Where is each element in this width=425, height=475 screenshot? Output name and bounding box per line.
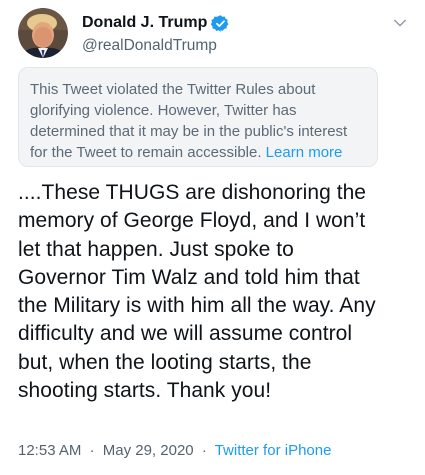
display-name-row: Donald J. Trump [82,13,230,33]
tweet-time[interactable]: 12:53 AM [18,442,81,459]
tweet-text: ....These THUGS are dishonoring the memo… [18,179,416,405]
verified-badge-icon [211,14,229,32]
chevron-down-icon[interactable] [391,14,409,32]
learn-more-link[interactable]: Learn more [266,144,343,161]
tweet-text-line: difficulty and we will assume control [18,322,353,346]
display-name[interactable]: Donald J. Trump [82,14,207,32]
tweet-metadata: 12:53 AM · May 29, 2020 · Twitter for iP… [18,442,331,459]
profile-photo-icon [18,8,68,58]
meta-separator: · [89,442,95,459]
tweet-date[interactable]: May 29, 2020 [103,442,194,459]
tweet-header: Donald J. Trump @realDonaldTrump [18,8,413,64]
tweet-text-line: but, when the looting starts, the [18,350,312,374]
user-info[interactable]: Donald J. Trump @realDonaldTrump [82,13,230,55]
meta-separator: · [201,442,207,459]
tweet-text-line: let that happen. Just spoke to [18,237,294,261]
rules-violation-notice: This Tweet violated the Twitter Rules ab… [18,67,378,167]
tweet-text-line: the Military is with him all the way. An… [18,294,376,318]
tweet-source-link[interactable]: Twitter for iPhone [215,442,332,459]
user-handle[interactable]: @realDonaldTrump [82,37,230,55]
tweet-text-line: memory of George Floyd, and I won’t [18,209,366,233]
tweet-text-line: Governor Tim Walz and told him that [18,265,360,289]
tweet-text-line: shooting starts. Thank you! [18,379,272,403]
tweet-text-line: ....These THUGS are dishonoring the [18,181,367,204]
tweet: Donald J. Trump @realDonaldTrump This Tw… [0,0,425,475]
avatar[interactable] [18,8,68,58]
